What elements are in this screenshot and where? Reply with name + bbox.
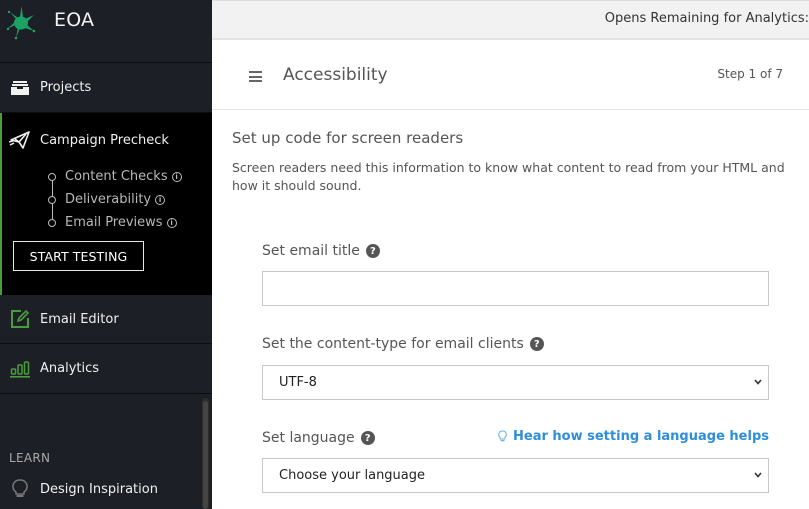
label-text: Set the content-type for email clients xyxy=(262,336,524,352)
label-text: Set language xyxy=(262,430,355,446)
sidebar-item-label: Design Inspiration xyxy=(40,481,158,497)
bar-chart-icon xyxy=(9,358,31,380)
select-value: Choose your language xyxy=(279,468,426,483)
info-icon[interactable]: i xyxy=(166,217,177,228)
chevron-down-icon xyxy=(754,472,762,478)
step-circle-icon xyxy=(48,195,56,204)
help-question-icon[interactable]: ? xyxy=(529,337,544,351)
link-text: Hear how setting a language helps xyxy=(513,429,769,444)
email-title-label: Set email title ? xyxy=(262,243,380,259)
select-value: UTF-8 xyxy=(279,375,317,390)
label-text: Set email title xyxy=(262,243,360,259)
top-bar: Opens Remaining for Analytics: xyxy=(212,0,809,40)
info-icon[interactable]: i xyxy=(155,194,166,205)
step-email-previews[interactable]: Email Previews i xyxy=(48,211,182,234)
sidebar-item-email-editor[interactable]: Email Editor xyxy=(0,295,212,344)
section-description: Screen readers need this information to … xyxy=(232,160,785,193)
scrollbar-thumb[interactable] xyxy=(203,401,208,509)
email-title-input[interactable] xyxy=(262,271,769,306)
learn-heading: LEARN xyxy=(9,451,51,465)
sidebar-item-projects[interactable]: Projects xyxy=(0,63,212,113)
content-type-label: Set the content-type for email clients ? xyxy=(262,336,544,352)
sidebar-item-analytics[interactable]: Analytics xyxy=(0,344,212,394)
precheck-steps: Content Checks i Deliverability i Email … xyxy=(48,165,182,234)
logo-row[interactable]: EOA xyxy=(0,0,212,63)
language-select[interactable]: Choose your language xyxy=(262,458,769,493)
language-label: Set language ? xyxy=(262,430,375,446)
language-help-link[interactable]: Hear how setting a language helps xyxy=(498,429,769,444)
sidebar: EOA Projects Campaign Precheck Content C… xyxy=(0,0,212,509)
step-deliverability[interactable]: Deliverability i xyxy=(48,188,182,211)
hamburger-menu-icon[interactable] xyxy=(249,71,262,82)
sidebar-item-label: Analytics xyxy=(40,361,100,376)
app-name: EOA xyxy=(54,9,95,31)
main-content: Set up code for screen readers Screen re… xyxy=(212,111,809,509)
sidebar-item-design-inspiration[interactable]: Design Inspiration xyxy=(0,477,158,501)
sidebar-item-label: Projects xyxy=(40,80,92,95)
help-question-icon[interactable]: ? xyxy=(360,431,375,445)
info-icon[interactable]: i xyxy=(171,171,182,182)
step-indicator: Step 1 of 7 xyxy=(717,67,783,81)
step-circle-icon xyxy=(48,218,56,227)
splat-logo-icon xyxy=(6,6,36,40)
content-type-select[interactable]: UTF-8 xyxy=(262,365,769,400)
step-label: Deliverability xyxy=(65,192,152,207)
lightbulb-icon xyxy=(498,430,507,442)
paper-plane-check-icon xyxy=(9,129,31,151)
opens-remaining-text: Opens Remaining for Analytics: xyxy=(604,11,809,26)
page-title: Accessibility xyxy=(283,65,388,85)
start-testing-button[interactable]: START TESTING xyxy=(13,241,144,271)
sidebar-scrollbar[interactable] xyxy=(202,398,209,509)
help-question-icon[interactable]: ? xyxy=(365,244,380,258)
step-circle-icon xyxy=(48,172,56,181)
sidebar-item-campaign-precheck[interactable]: Campaign Precheck xyxy=(2,113,212,167)
sidebar-item-label: Email Editor xyxy=(40,311,119,327)
campaign-precheck-section: Campaign Precheck Content Checks i Deliv… xyxy=(0,113,212,295)
sidebar-item-label: Campaign Precheck xyxy=(40,132,169,148)
chevron-down-icon xyxy=(754,379,762,385)
edit-square-icon xyxy=(9,308,31,330)
section-title: Set up code for screen readers xyxy=(232,129,464,147)
step-label: Content Checks xyxy=(65,169,168,184)
page-header: Accessibility Step 1 of 7 xyxy=(212,41,809,110)
step-label: Email Previews xyxy=(65,215,163,230)
step-content-checks[interactable]: Content Checks i xyxy=(48,165,182,188)
inbox-tray-icon xyxy=(9,77,31,99)
lightbulb-icon xyxy=(9,478,31,500)
